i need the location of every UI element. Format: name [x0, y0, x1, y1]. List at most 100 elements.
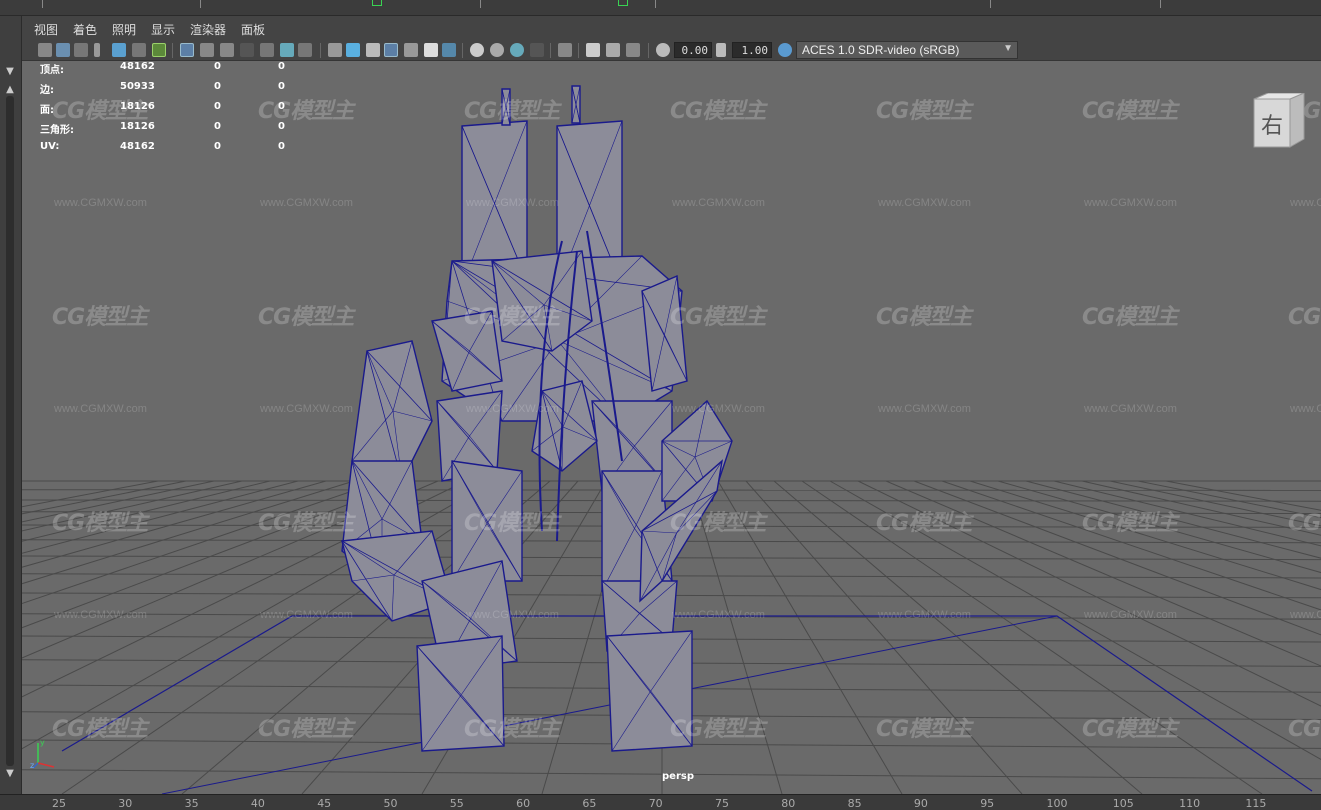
ruler-tick-label: 115 — [1245, 797, 1267, 810]
toolbar-separator — [550, 43, 551, 58]
select-camera-icon[interactable] — [38, 43, 52, 57]
textured-icon[interactable] — [404, 43, 418, 57]
isolate-select-icon[interactable] — [558, 43, 572, 57]
toolbar-separator — [172, 43, 173, 58]
exposure-field[interactable]: 0.00 — [674, 42, 712, 58]
motion-blur-icon[interactable] — [490, 43, 504, 57]
camera-name-label: persp — [662, 771, 694, 782]
wireframe-icon[interactable] — [328, 43, 342, 57]
chevron-down-icon: ▼ — [1003, 43, 1013, 54]
bookmark-icon[interactable] — [94, 43, 100, 57]
ruler-tick-label: 90 — [913, 797, 928, 810]
exposure-icon[interactable] — [656, 43, 670, 57]
toolbar-separator — [320, 43, 321, 58]
ruler-tick-label: 55 — [449, 797, 464, 810]
grid-line — [801, 480, 1263, 794]
toolbar-separator — [578, 43, 579, 58]
resolution-gate-icon[interactable] — [220, 43, 234, 57]
timeline-tick — [1160, 0, 1161, 8]
gamma-field[interactable]: 1.00 — [732, 42, 772, 58]
anti-aliasing-icon[interactable] — [510, 43, 524, 57]
xray-icon[interactable] — [586, 43, 600, 57]
collapse-arrow-icon[interactable]: ▼ — [2, 66, 18, 78]
ruler-tick-label: 60 — [516, 797, 531, 810]
menu-shading[interactable]: 着色 — [73, 21, 97, 38]
viewport-scene[interactable] — [22, 61, 1321, 794]
hud-selected: 0 — [214, 61, 221, 72]
film-gate-icon[interactable] — [200, 43, 214, 57]
hud-selected: 0 — [214, 81, 221, 92]
shadows-icon[interactable] — [442, 43, 456, 57]
time-ruler[interactable]: 25 30 35 40 45 50 55 60 65 70 75 80 85 90 95 100 105 110 1… — [0, 794, 1321, 810]
safe-title-icon[interactable] — [298, 43, 312, 57]
depth-of-field-icon[interactable] — [530, 43, 544, 57]
panel-menu-bar: 视图 着色 照明 显示 渲染器 面板 — [22, 16, 1321, 40]
grid-icon[interactable] — [180, 43, 194, 57]
hud-row: 顶点: 48162 0 0 — [40, 61, 300, 77]
hud-selected: 0 — [214, 141, 221, 152]
safe-action-icon[interactable] — [280, 43, 294, 57]
view-cube-icon[interactable]: 右 — [1252, 93, 1308, 149]
lock-camera-icon[interactable] — [56, 43, 70, 57]
menu-view[interactable]: 视图 — [34, 21, 58, 38]
ruler-tick-label: 105 — [1112, 797, 1134, 810]
ruler-tick-label: 65 — [582, 797, 597, 810]
timeline-tick — [480, 0, 481, 8]
scroll-down-icon[interactable]: ▼ — [2, 768, 18, 780]
ruler-tick-label: 80 — [781, 797, 796, 810]
grid-line — [745, 480, 1023, 794]
hud-total: 50933 — [120, 81, 155, 92]
smooth-shade-icon[interactable] — [346, 43, 360, 57]
hud-total: 48162 — [120, 61, 155, 72]
toolbar-separator — [648, 43, 649, 58]
axis-z-label: z — [30, 761, 34, 770]
wireframe-on-shaded-icon[interactable] — [384, 43, 398, 57]
menu-lighting[interactable]: 照明 — [112, 21, 136, 38]
hud-label: 顶点: — [40, 65, 64, 76]
grease-pencil-icon[interactable] — [152, 43, 166, 57]
gate-mask-icon[interactable] — [240, 43, 254, 57]
hud-label: 边: — [40, 85, 54, 96]
mesh-part[interactable] — [351, 340, 433, 482]
grid-line — [689, 480, 783, 794]
hud-total: 18126 — [120, 101, 155, 112]
field-chart-icon[interactable] — [260, 43, 274, 57]
hud-row: 面: 18126 0 0 — [40, 101, 300, 117]
hud-row: 边: 50933 0 0 — [40, 81, 300, 97]
grid-line — [717, 480, 903, 794]
camera-attributes-icon[interactable] — [74, 43, 88, 57]
scroll-up-icon[interactable]: ▲ — [2, 84, 18, 96]
timeline-tick — [655, 0, 656, 8]
perspective-viewport[interactable]: CG模型主 CG模型主 CG模型主 CG模型主 CG模型主 CG模型主 CG模型主 CG模型主… — [22, 61, 1321, 794]
menu-panels[interactable]: 面板 — [241, 21, 265, 38]
ruler-tick-label: 50 — [383, 797, 398, 810]
2d-pan-zoom-icon[interactable] — [132, 43, 146, 57]
ruler-tick-label: 40 — [250, 797, 265, 810]
backface-culling-icon[interactable] — [626, 43, 640, 57]
ruler-tick-label: 110 — [1179, 797, 1201, 810]
hud-total: 18126 — [120, 121, 155, 132]
timeline-tick — [990, 0, 991, 8]
view-transform-value: ACES 1.0 SDR-video (sRGB) — [802, 43, 960, 57]
menu-show[interactable]: 显示 — [151, 21, 175, 38]
vertical-scrollbar[interactable] — [6, 96, 14, 766]
image-plane-icon[interactable] — [112, 43, 126, 57]
view-cube[interactable]: 右 — [1252, 93, 1308, 149]
hud-selected: 0 — [214, 101, 221, 112]
timeline-key-marker — [372, 0, 382, 6]
default-material-icon[interactable] — [366, 43, 380, 57]
hud-label: UV: — [40, 141, 60, 152]
timeline-tick — [200, 0, 201, 8]
menu-renderer[interactable]: 渲染器 — [190, 21, 226, 38]
view-transform-dropdown[interactable]: ACES 1.0 SDR-video (sRGB) ▼ — [796, 41, 1018, 59]
use-all-lights-icon[interactable] — [424, 43, 438, 57]
ruler-tick-label: 95 — [980, 797, 995, 810]
xray-joints-icon[interactable] — [606, 43, 620, 57]
ruler-tick-label: 30 — [118, 797, 133, 810]
axis-gizmo: y z — [30, 738, 55, 770]
robot-mesh-wireframe[interactable] — [341, 85, 733, 752]
gamma-icon[interactable] — [716, 43, 726, 57]
screen-space-ao-icon[interactable] — [470, 43, 484, 57]
hud-row: 三角形: 18126 0 0 — [40, 121, 300, 137]
color-management-icon[interactable] — [778, 43, 792, 57]
